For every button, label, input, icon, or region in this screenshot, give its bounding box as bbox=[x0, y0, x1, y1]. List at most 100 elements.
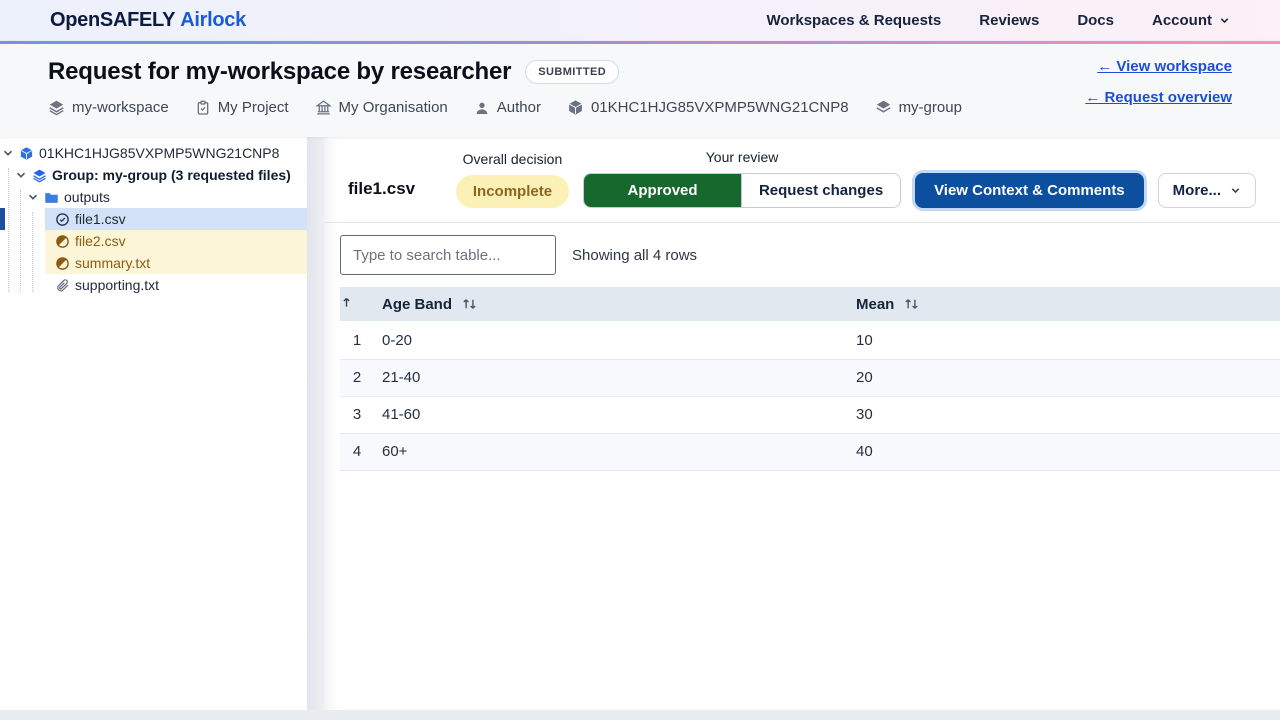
your-review-label: Your review bbox=[706, 149, 779, 165]
layers-icon bbox=[875, 99, 892, 116]
header-links: ← View workspace ← Request overview bbox=[1085, 58, 1232, 106]
tree-item-label: supporting.txt bbox=[75, 277, 159, 293]
file-detail-panel: file1.csv Overall decision Incomplete Yo… bbox=[324, 137, 1280, 710]
overall-decision-badge: Incomplete bbox=[456, 175, 569, 208]
row-number: 4 bbox=[340, 433, 374, 470]
overall-decision: Overall decision Incomplete bbox=[456, 151, 569, 208]
column-label: Mean bbox=[856, 296, 894, 313]
meta-project: My Project bbox=[195, 99, 289, 116]
tree-item-file1[interactable]: file1.csv bbox=[45, 208, 307, 230]
brand-opensafely: OpenSAFELY bbox=[50, 9, 175, 31]
meta-workspace-label: my-workspace bbox=[72, 99, 169, 116]
meta-project-label: My Project bbox=[218, 99, 289, 116]
status-badge: SUBMITTED bbox=[525, 60, 619, 84]
meta-group: my-group bbox=[875, 99, 962, 116]
mean-cell: 40 bbox=[848, 433, 1280, 470]
review-pending-icon bbox=[55, 256, 70, 271]
row-number: 3 bbox=[340, 396, 374, 433]
request-meta: my-workspace My Project My Organisation … bbox=[48, 99, 1085, 116]
request-overview-link[interactable]: ← Request overview bbox=[1085, 89, 1232, 106]
nav-account-label: Account bbox=[1152, 12, 1212, 29]
mean-cell: 30 bbox=[848, 396, 1280, 433]
view-workspace-link[interactable]: ← View workspace bbox=[1097, 58, 1232, 75]
chevron-down-icon bbox=[1219, 15, 1230, 26]
tree-item-supporting[interactable]: supporting.txt bbox=[45, 274, 307, 296]
table-row: 2 21-40 20 bbox=[340, 359, 1280, 396]
meta-author-label: Author bbox=[497, 99, 541, 116]
request-cube-icon bbox=[19, 146, 34, 161]
airlock-app: OpenSAFELYAirlock Workspaces & Requests … bbox=[0, 0, 1280, 720]
chevron-down-icon[interactable] bbox=[27, 191, 39, 203]
tree-item-label: summary.txt bbox=[75, 255, 150, 271]
row-number: 2 bbox=[340, 359, 374, 396]
table-row: 4 60+ 40 bbox=[340, 433, 1280, 470]
paperclip-icon bbox=[55, 278, 70, 293]
sort-icon bbox=[903, 297, 920, 311]
age-band-cell: 21-40 bbox=[374, 359, 848, 396]
meta-workspace: my-workspace bbox=[48, 99, 169, 116]
your-review: Your review Approved Request changes bbox=[583, 149, 901, 208]
organisation-icon bbox=[315, 99, 332, 116]
nav-items: Workspaces & Requests Reviews Docs Accou… bbox=[766, 12, 1230, 29]
approved-button[interactable]: Approved bbox=[584, 174, 741, 207]
layers-icon bbox=[48, 99, 65, 116]
meta-organisation-label: My Organisation bbox=[339, 99, 448, 116]
nav-workspaces-requests[interactable]: Workspaces & Requests bbox=[766, 12, 941, 29]
tree-guide-line bbox=[8, 168, 9, 292]
table-row: 1 0-20 10 bbox=[340, 322, 1280, 359]
file-title: file1.csv bbox=[348, 179, 415, 208]
meta-organisation: My Organisation bbox=[315, 99, 448, 116]
body: 01KHC1HJG85VXPMP5WNG21CNP8 Group: my-gro… bbox=[0, 137, 1280, 710]
age-band-cell: 0-20 bbox=[374, 322, 848, 359]
tree-item-label: 01KHC1HJG85VXPMP5WNG21CNP8 bbox=[39, 145, 279, 161]
page-title: Request for my-workspace by researcher bbox=[48, 58, 511, 86]
tree-item-outputs-folder[interactable]: outputs bbox=[0, 186, 307, 208]
row-number-header[interactable] bbox=[340, 287, 374, 322]
column-label: Age Band bbox=[382, 296, 452, 313]
review-button-group: Approved Request changes bbox=[583, 173, 901, 208]
age-band-cell: 41-60 bbox=[374, 396, 848, 433]
chevron-down-icon[interactable] bbox=[2, 147, 14, 159]
meta-request-id: 01KHC1HJG85VXPMP5WNG21CNP8 bbox=[567, 99, 849, 116]
tree-item-file2[interactable]: file2.csv bbox=[45, 230, 307, 252]
table-row: 3 41-60 30 bbox=[340, 396, 1280, 433]
meta-group-label: my-group bbox=[899, 99, 962, 116]
more-button[interactable]: More... bbox=[1158, 173, 1256, 208]
tree-item-group[interactable]: Group: my-group (3 requested files) bbox=[0, 164, 307, 186]
tree-item-label: Group: my-group (3 requested files) bbox=[52, 167, 291, 183]
user-icon bbox=[474, 100, 490, 116]
table-controls: Showing all 4 rows bbox=[324, 223, 1280, 287]
tree-item-summary[interactable]: summary.txt bbox=[45, 252, 307, 274]
clipboard-icon bbox=[195, 100, 211, 116]
chevron-down-icon bbox=[1230, 185, 1241, 196]
nav-reviews[interactable]: Reviews bbox=[979, 12, 1039, 29]
tree-item-label: file1.csv bbox=[75, 211, 126, 227]
sidebar-resize-handle[interactable] bbox=[307, 137, 324, 710]
file-header: file1.csv Overall decision Incomplete Yo… bbox=[324, 137, 1280, 223]
meta-author: Author bbox=[474, 99, 541, 116]
file-tree-sidebar: 01KHC1HJG85VXPMP5WNG21CNP8 Group: my-gro… bbox=[0, 137, 307, 710]
search-input[interactable] bbox=[340, 235, 556, 275]
tree-item-label: outputs bbox=[64, 189, 110, 205]
row-number: 1 bbox=[340, 322, 374, 359]
rows-summary: Showing all 4 rows bbox=[572, 247, 697, 264]
age-band-cell: 60+ bbox=[374, 433, 848, 470]
mean-cell: 20 bbox=[848, 359, 1280, 396]
data-table: Age Band Mean bbox=[340, 287, 1280, 471]
request-changes-button[interactable]: Request changes bbox=[741, 174, 900, 207]
mean-cell: 10 bbox=[848, 322, 1280, 359]
view-context-comments-button[interactable]: View Context & Comments bbox=[915, 173, 1144, 208]
sort-ascending-icon bbox=[340, 296, 353, 309]
chevron-down-icon[interactable] bbox=[15, 169, 27, 181]
brand-logo[interactable]: OpenSAFELYAirlock bbox=[50, 9, 246, 32]
nav-account-menu[interactable]: Account bbox=[1152, 12, 1230, 29]
tree-item-request-root[interactable]: 01KHC1HJG85VXPMP5WNG21CNP8 bbox=[0, 142, 307, 164]
overall-decision-label: Overall decision bbox=[463, 151, 563, 167]
nav-docs[interactable]: Docs bbox=[1077, 12, 1114, 29]
tree-item-label: file2.csv bbox=[75, 233, 126, 249]
more-button-label: More... bbox=[1173, 182, 1221, 199]
review-pending-icon bbox=[55, 234, 70, 249]
layers-icon bbox=[32, 168, 47, 183]
age-band-column-header[interactable]: Age Band bbox=[374, 287, 848, 322]
mean-column-header[interactable]: Mean bbox=[848, 287, 1280, 322]
